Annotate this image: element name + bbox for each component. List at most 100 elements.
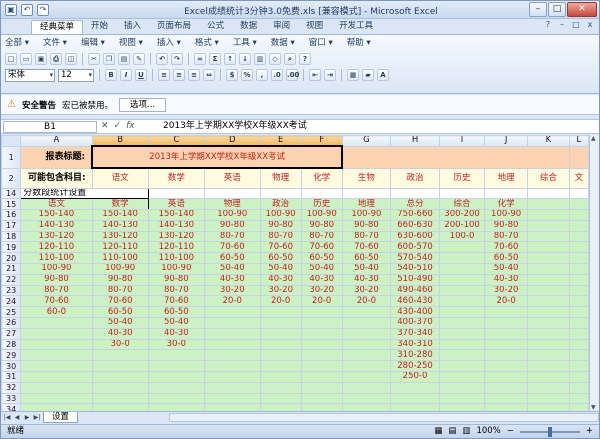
save-icon[interactable]: ▣ xyxy=(35,53,47,65)
copy-icon[interactable]: ❐ xyxy=(103,53,115,65)
grid-cell[interactable] xyxy=(341,338,392,351)
grid-cell[interactable]: 630-600 xyxy=(390,230,440,243)
name-box[interactable]: B1 xyxy=(3,121,97,133)
grid-cell[interactable]: 70-60 xyxy=(300,241,343,254)
sort-asc-icon[interactable]: ↑ xyxy=(224,53,236,65)
grid-cell[interactable] xyxy=(300,403,343,411)
grid-cell[interactable] xyxy=(568,252,589,265)
help-icon[interactable]: ? xyxy=(543,20,553,30)
menu-view[interactable]: 视图 ▾ xyxy=(119,37,143,49)
grid-cell[interactable] xyxy=(259,349,302,362)
grid-cell[interactable] xyxy=(300,360,343,373)
column-header[interactable]: K xyxy=(527,135,570,147)
grid-cell[interactable]: 70-60 xyxy=(147,295,205,308)
grid-cell[interactable] xyxy=(527,252,570,265)
grid-cell[interactable]: 90-80 xyxy=(484,219,529,232)
grid-cell[interactable]: 40-30 xyxy=(203,273,261,286)
empty-cell[interactable] xyxy=(484,187,529,200)
grid-cell[interactable] xyxy=(390,403,440,411)
empty-cell[interactable] xyxy=(527,187,570,200)
empty-cell[interactable] xyxy=(300,187,343,200)
row-header[interactable]: 2 xyxy=(1,167,22,189)
grid-cell[interactable] xyxy=(484,381,529,394)
grid-cell[interactable]: 30-20 xyxy=(259,284,302,297)
grid-cell[interactable] xyxy=(438,273,486,286)
row-header[interactable]: 33 xyxy=(1,392,22,405)
tab-view[interactable]: 视图 xyxy=(298,20,331,34)
grid-cell[interactable]: 综合 xyxy=(438,198,486,211)
grid-cell[interactable] xyxy=(20,338,93,351)
font-color-icon[interactable]: A xyxy=(377,69,389,81)
grid-cell[interactable]: 50-40 xyxy=(203,263,261,275)
grid-cell[interactable]: 150-140 xyxy=(147,209,205,221)
grid-cell[interactable] xyxy=(300,338,343,351)
grid-cell[interactable] xyxy=(438,349,486,362)
grid-cell[interactable]: 80-70 xyxy=(341,230,392,243)
grid-cell[interactable] xyxy=(20,392,93,405)
grid-cell[interactable]: 20-0 xyxy=(300,295,343,308)
grid-cell[interactable] xyxy=(484,392,529,405)
grid-cell[interactable] xyxy=(147,381,205,394)
column-header[interactable]: H xyxy=(390,135,440,147)
grid-cell[interactable]: 30-20 xyxy=(484,284,529,297)
tab-review[interactable]: 审阅 xyxy=(265,20,298,34)
grid-cell[interactable] xyxy=(341,327,392,340)
grid-cell[interactable]: 80-70 xyxy=(20,284,93,297)
empty-cell[interactable] xyxy=(568,187,589,200)
grid-cell[interactable] xyxy=(259,338,302,351)
grid-cell[interactable] xyxy=(568,284,589,297)
grid-cell[interactable]: 300-200 xyxy=(438,209,486,221)
score-range-settings-label[interactable]: 分数段统计设置 xyxy=(20,187,149,200)
grid-cell[interactable] xyxy=(438,252,486,265)
grid-cell[interactable] xyxy=(438,284,486,297)
page-break-icon[interactable]: ▥ xyxy=(462,425,470,438)
row-header[interactable]: 14 xyxy=(1,187,22,200)
grid-cell[interactable]: 30-20 xyxy=(300,284,343,297)
grid-cell[interactable] xyxy=(390,381,440,394)
grid-cell[interactable] xyxy=(91,392,149,405)
row-header[interactable]: 34 xyxy=(1,403,22,411)
grid-cell[interactable]: 60-50 xyxy=(259,252,302,265)
grid-cell[interactable]: 英语 xyxy=(147,198,205,211)
menu-window[interactable]: 窗口 ▾ xyxy=(309,37,333,49)
grid-cell[interactable] xyxy=(341,371,392,383)
grid-cell[interactable] xyxy=(568,327,589,340)
grid-cell[interactable]: 130-120 xyxy=(20,230,93,243)
grid-cell[interactable] xyxy=(259,403,302,411)
subject-cell[interactable]: 政治 xyxy=(390,167,440,189)
grid-cell[interactable]: 90-80 xyxy=(203,219,261,232)
menu-edit[interactable]: 编辑 ▾ xyxy=(81,37,105,49)
grid-cell[interactable] xyxy=(438,392,486,405)
grid-cell[interactable]: 80-70 xyxy=(91,284,149,297)
grid-cell[interactable]: 物理 xyxy=(203,198,261,211)
first-sheet-icon[interactable]: |◀ xyxy=(3,414,11,421)
grid-cell[interactable] xyxy=(91,360,149,373)
grid-cell[interactable]: 100-90 xyxy=(20,263,93,275)
grid-cell[interactable]: 40-30 xyxy=(91,327,149,340)
grid-cell[interactable]: 370-340 xyxy=(390,327,440,340)
grid-cell[interactable] xyxy=(527,381,570,394)
decrease-decimal-icon[interactable]: .00 xyxy=(286,69,299,81)
grid-cell[interactable]: 110-100 xyxy=(147,252,205,265)
grid-cell[interactable]: 310-280 xyxy=(390,349,440,362)
grid-cell[interactable] xyxy=(300,371,343,383)
grid-cell[interactable] xyxy=(147,360,205,373)
grid-cell[interactable] xyxy=(20,381,93,394)
column-header[interactable]: G xyxy=(341,135,392,147)
paste-icon[interactable]: ▤ xyxy=(118,53,130,65)
subject-cell[interactable]: 历史 xyxy=(438,167,486,189)
prev-sheet-icon[interactable]: ◀ xyxy=(13,414,21,421)
grid-cell[interactable] xyxy=(20,371,93,383)
grid-cell[interactable] xyxy=(300,317,343,329)
select-all-corner[interactable] xyxy=(1,135,22,147)
grid-cell[interactable]: 100-0 xyxy=(438,230,486,243)
grid-cell[interactable]: 460-430 xyxy=(390,295,440,308)
grid-cell[interactable] xyxy=(203,327,261,340)
currency-icon[interactable]: $ xyxy=(226,69,238,81)
grid-cell[interactable] xyxy=(300,392,343,405)
grid-cell[interactable]: 90-80 xyxy=(341,219,392,232)
open-icon[interactable]: ▭ xyxy=(20,53,32,65)
grid-cell[interactable] xyxy=(20,403,93,411)
grid-cell[interactable] xyxy=(568,219,589,232)
sort-desc-icon[interactable]: ↓ xyxy=(239,53,251,65)
